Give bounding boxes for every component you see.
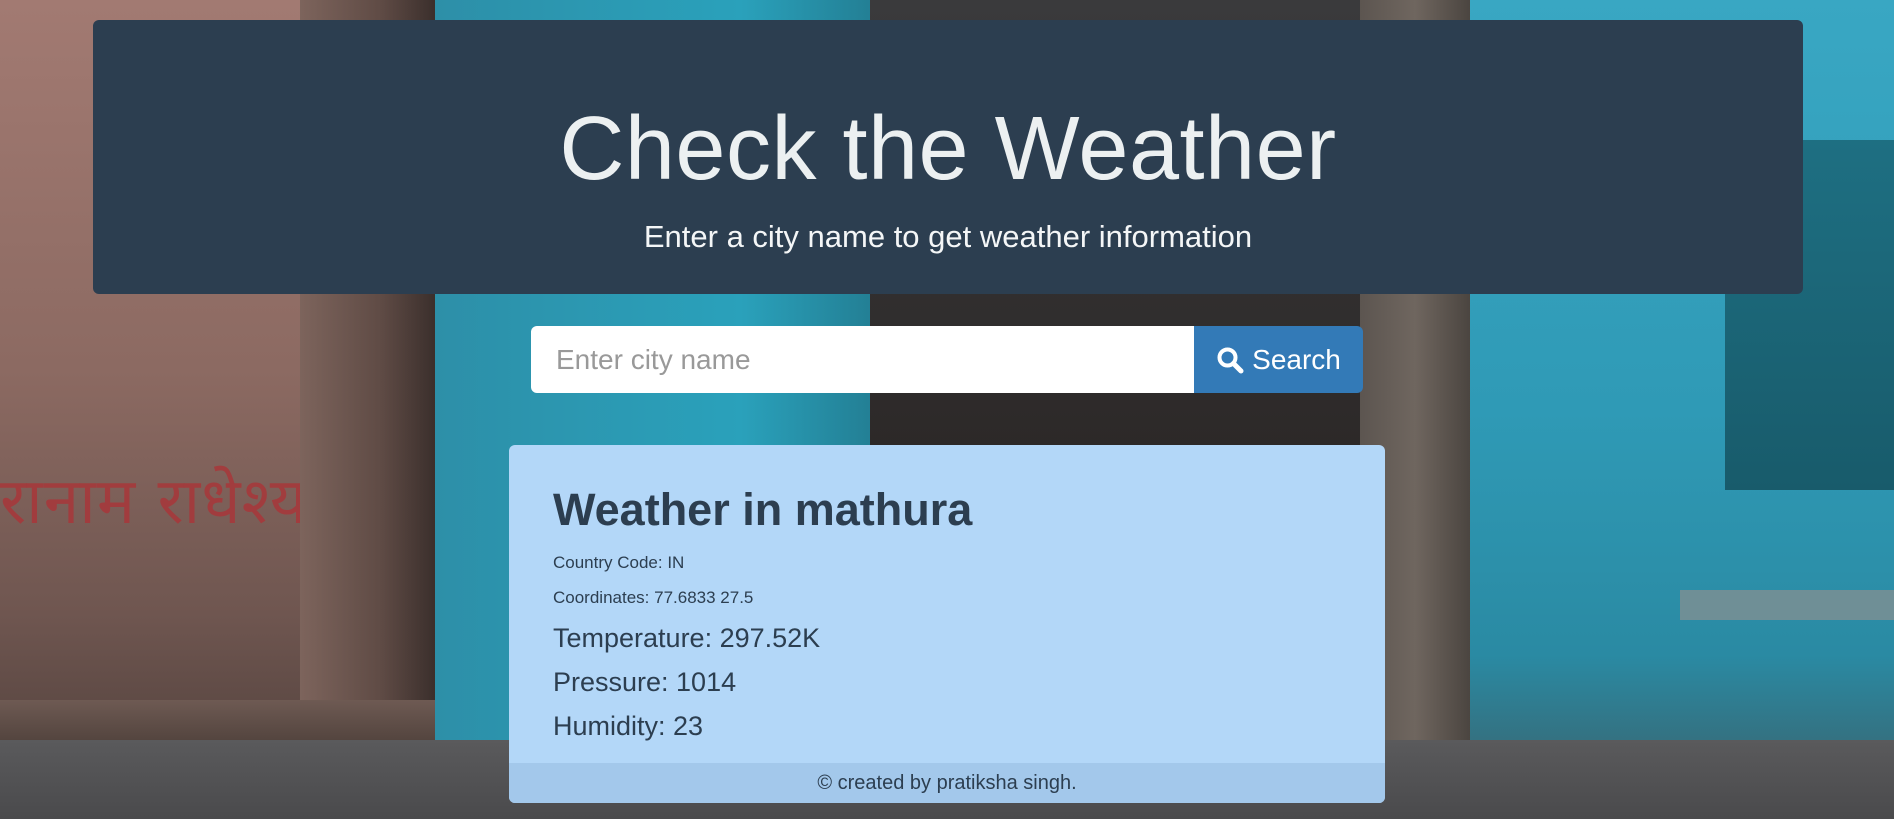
weather-city-title: Weather in mathura [553, 484, 973, 535]
page-subtitle: Enter a city name to get weather informa… [643, 219, 1253, 254]
page-title: Check the Weather [559, 99, 1337, 199]
bg-bench [1680, 590, 1894, 620]
weather-card: Weather in mathura Country Code: IN Coor… [509, 445, 1385, 803]
search-icon [1216, 346, 1244, 374]
coordinates: Coordinates: 77.6833 27.5 [553, 588, 754, 607]
bg-wall-painted-text: रानाम राधेश्या [0, 465, 325, 539]
header-jumbotron: Check the Weather Enter a city name to g… [93, 20, 1803, 294]
pressure: Pressure: 1014 [553, 667, 737, 697]
footer-credit: © created by pratiksha singh. [509, 763, 1385, 803]
temperature: Temperature: 297.52K [553, 623, 821, 653]
weather-card-body: Weather in mathura Country Code: IN Coor… [509, 445, 1385, 742]
humidity: Humidity: 23 [553, 711, 704, 741]
search-form: Search [531, 326, 1363, 393]
city-search-input[interactable] [531, 326, 1194, 393]
bg-left-sill [0, 700, 435, 740]
search-button-label: Search [1252, 343, 1341, 375]
country-code: Country Code: IN [553, 553, 685, 572]
search-button[interactable]: Search [1194, 326, 1363, 393]
